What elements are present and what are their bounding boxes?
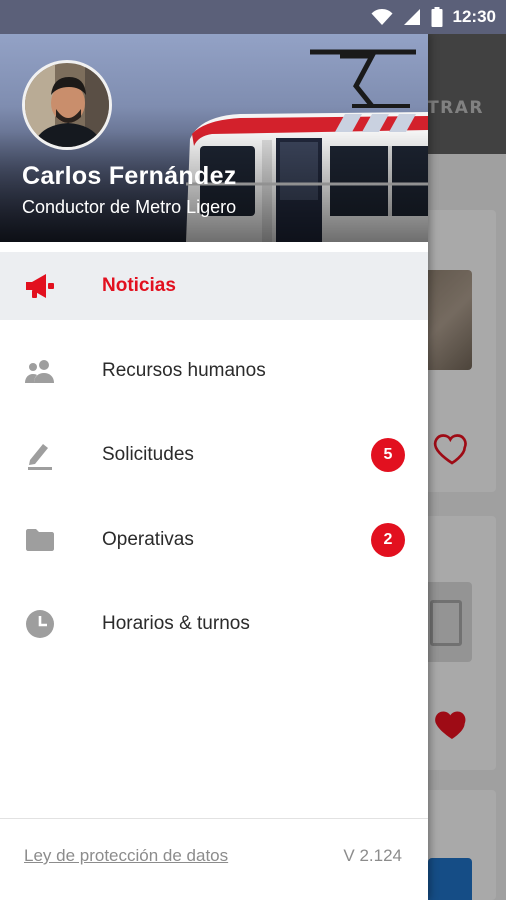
people-icon: [24, 355, 56, 387]
user-photo: [25, 63, 109, 147]
notification-badge: 5: [371, 438, 405, 472]
menu-label: Horarios & turnos: [102, 613, 250, 634]
avatar[interactable]: [22, 60, 112, 150]
signal-icon: [403, 9, 420, 25]
menu-label: Solicitudes: [102, 444, 194, 465]
battery-icon: [431, 7, 443, 27]
wifi-icon: [371, 9, 393, 25]
drawer-footer: Ley de protección de datos V 2.124: [0, 818, 428, 900]
menu-label: Operativas: [102, 528, 194, 550]
notification-badge: 2: [371, 522, 405, 557]
user-name: Carlos Fernández: [22, 162, 237, 190]
edit-icon: [24, 439, 56, 471]
folder-icon: [24, 524, 56, 556]
data-protection-link[interactable]: Ley de protección de datos: [24, 846, 228, 866]
drawer-menu: Noticias Recursos humanos Solicitudes 5 …: [0, 252, 428, 675]
menu-label: Noticias: [102, 275, 176, 296]
user-role: Conductor de Metro Ligero: [22, 197, 237, 217]
menu-item-solicitudes[interactable]: Solicitudes 5: [0, 421, 428, 489]
menu-item-noticias[interactable]: Noticias: [0, 252, 428, 320]
clock-time: 12:30: [452, 7, 496, 26]
menu-item-recursos-humanos[interactable]: Recursos humanos: [0, 337, 428, 405]
drawer-header: Carlos Fernández Conductor de Metro Lige…: [0, 34, 428, 242]
menu-item-horarios[interactable]: Horarios & turnos: [0, 590, 428, 658]
navigation-drawer: Carlos Fernández Conductor de Metro Lige…: [0, 34, 428, 900]
menu-label: Recursos humanos: [102, 359, 266, 381]
status-bar: 12:30: [0, 0, 506, 34]
menu-item-operativas[interactable]: Operativas 2: [0, 506, 428, 574]
megaphone-icon: [24, 270, 56, 302]
clock-icon: [24, 608, 56, 640]
app-version: V 2.124: [343, 846, 402, 865]
